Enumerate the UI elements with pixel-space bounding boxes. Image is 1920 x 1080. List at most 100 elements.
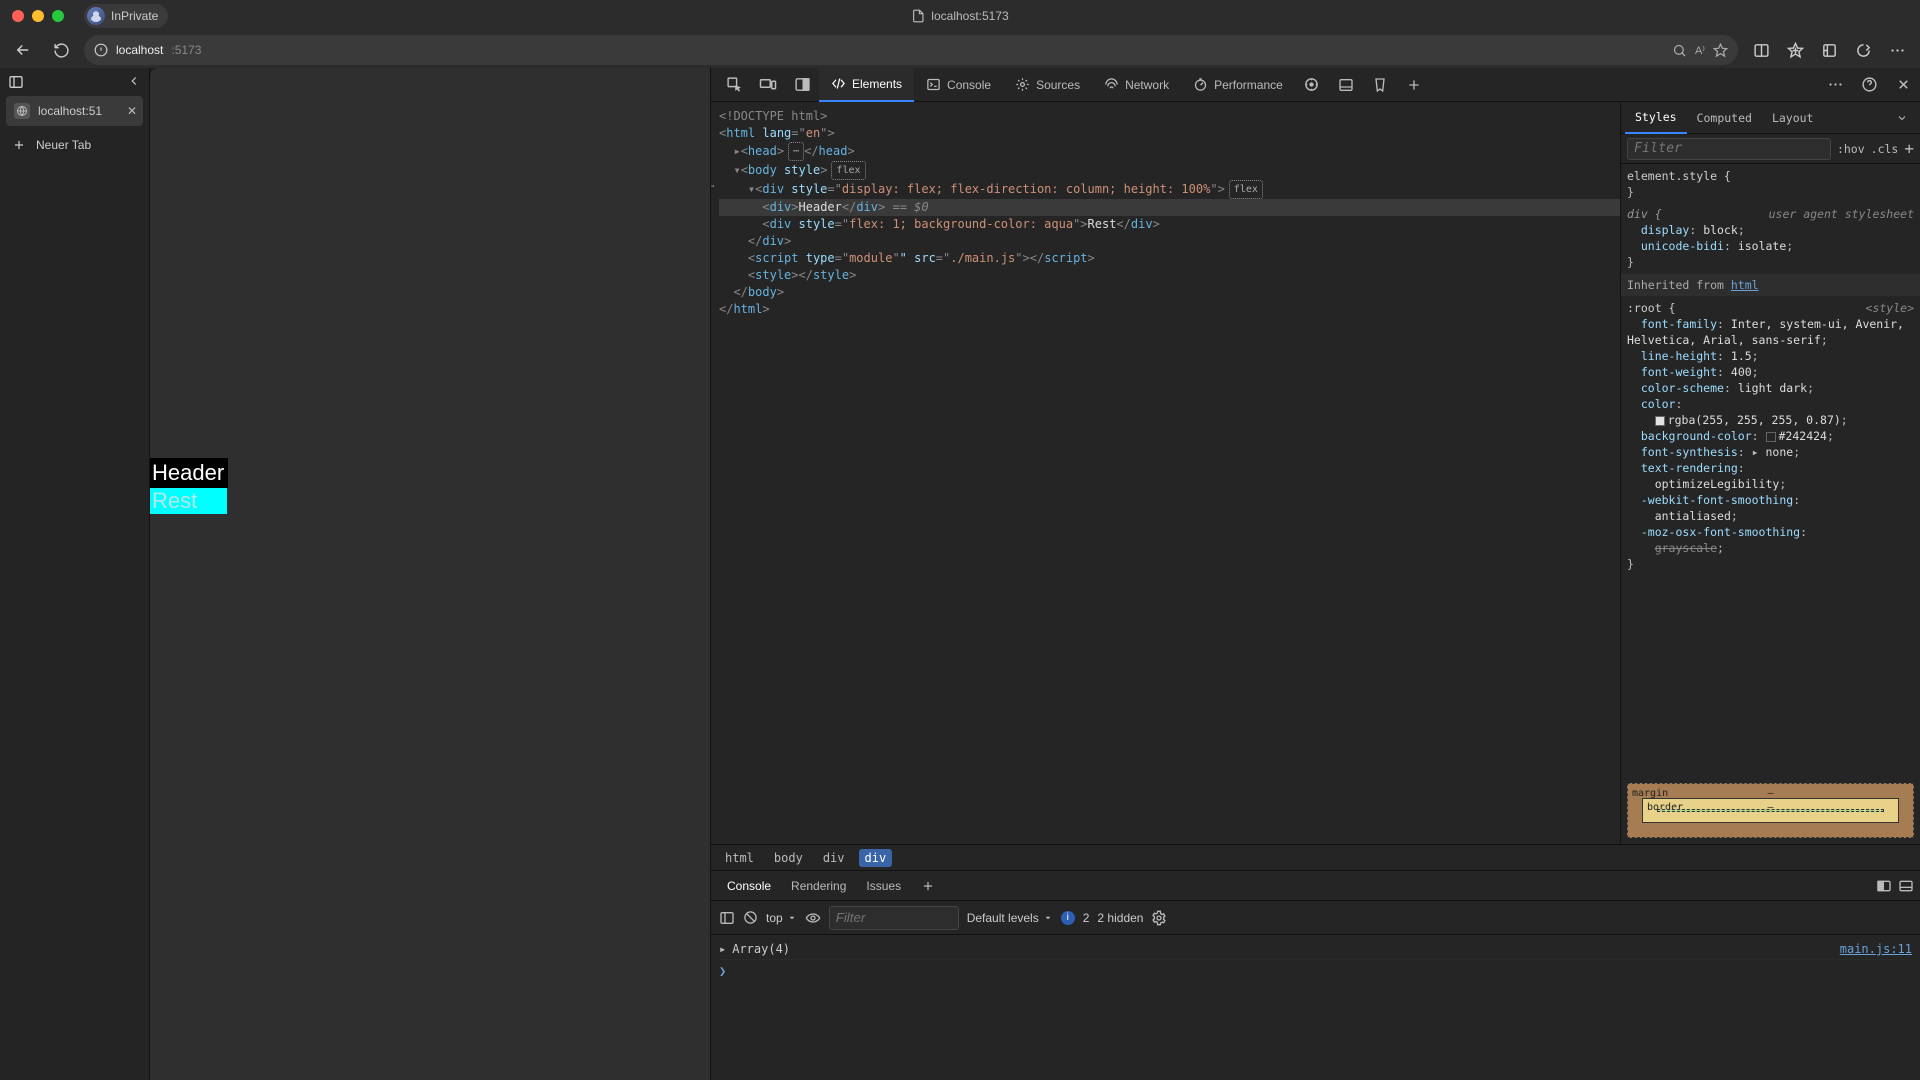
page-surface: Header Rest <box>150 68 1920 1080</box>
crumb-div1[interactable]: div <box>817 849 851 867</box>
url-bar[interactable]: localhost:5173 A⁾ <box>84 35 1738 65</box>
styles-filter-input[interactable] <box>1627 138 1831 160</box>
crumb-div2[interactable]: div <box>859 849 893 867</box>
maximize-window-button[interactable] <box>52 10 64 22</box>
dom-breadcrumb: html body div div <box>711 844 1920 870</box>
tab-title: localhost:51 <box>38 104 102 118</box>
drawer-collapse-icon[interactable] <box>1898 878 1914 894</box>
close-window-button[interactable] <box>12 10 24 22</box>
tab-performance[interactable]: Performance <box>1181 68 1295 102</box>
more-tools-icon[interactable] <box>1295 68 1329 102</box>
drawer-tabs: Console Rendering Issues <box>711 871 1920 901</box>
tab-elements[interactable]: Elements <box>819 68 914 102</box>
console-toolbar: top Default levels 2i 2 2 hidden <box>711 901 1920 935</box>
tab-close-icon[interactable]: ✕ <box>127 104 137 118</box>
expand-arrow-icon[interactable]: ▸ <box>719 942 726 956</box>
color-swatch-icon[interactable] <box>1766 432 1776 442</box>
sidebar-toggle-icon[interactable] <box>8 74 24 90</box>
new-style-rule-icon[interactable]: + <box>1904 141 1914 157</box>
sidebar-collapse-icon[interactable] <box>127 74 141 90</box>
drawer-tab-issues[interactable]: Issues <box>856 871 911 901</box>
console-prompt[interactable]: ❯ <box>719 960 1912 982</box>
hidden-count[interactable]: 2 hidden <box>1097 911 1143 925</box>
selected-dom-node[interactable]: <div>Header</div> == $0 <box>719 199 1620 216</box>
devtools-close-icon[interactable] <box>1886 68 1920 102</box>
favorites-icon[interactable] <box>1780 35 1810 65</box>
console-drawer: Console Rendering Issues top <box>711 870 1920 1080</box>
console-sidebar-toggle-icon[interactable] <box>719 910 735 926</box>
back-button[interactable] <box>8 35 38 65</box>
toggle-hov[interactable]: :hov <box>1837 141 1865 157</box>
console-clear-icon[interactable] <box>743 910 758 925</box>
toggle-cls[interactable]: .cls <box>1871 141 1899 157</box>
zoom-icon[interactable] <box>1672 43 1687 58</box>
profile-avatar-icon <box>87 7 105 25</box>
add-tab-icon[interactable] <box>1397 68 1431 102</box>
console-levels-select[interactable]: Default levels <box>967 911 1053 925</box>
crumb-html[interactable]: html <box>719 849 760 867</box>
styles-tabs: Styles Computed Layout <box>1621 102 1920 134</box>
url-path: :5173 <box>171 43 201 57</box>
box-model-diagram[interactable]: margin – border – <box>1627 783 1914 838</box>
console-log-row[interactable]: ▸ Array(4) main.js:11 <box>719 939 1912 960</box>
vertical-tabs-sidebar: localhost:51 ✕ Neuer Tab <box>0 68 150 1080</box>
tab-network[interactable]: Network <box>1092 68 1181 102</box>
elements-tree[interactable]: ⋯ <!DOCTYPE html> <html lang="en"> ▸<hea… <box>711 102 1620 844</box>
info-count: 2 <box>1083 911 1090 925</box>
console-icon <box>926 77 941 92</box>
profile-badge[interactable]: InPrivate <box>84 4 168 28</box>
styles-filter-row: :hov .cls + <box>1621 134 1920 164</box>
refresh-button[interactable] <box>46 35 76 65</box>
subtab-computed[interactable]: Computed <box>1687 102 1762 134</box>
crumb-body[interactable]: body <box>768 849 809 867</box>
devtools-help-icon[interactable] <box>1852 68 1886 102</box>
page-rest-div[interactable]: Rest <box>150 488 227 514</box>
extensions-icon[interactable] <box>1848 35 1878 65</box>
console-source-link[interactable]: main.js:11 <box>1840 942 1912 956</box>
network-icon <box>1104 77 1119 92</box>
read-aloud-icon[interactable]: A⁾ <box>1695 44 1705 57</box>
toggle-drawer-icon[interactable] <box>1329 68 1363 102</box>
device-toolbar-icon[interactable] <box>751 68 785 102</box>
issues-badge-icon[interactable] <box>1363 68 1397 102</box>
subtab-layout[interactable]: Layout <box>1762 102 1824 134</box>
drawer-tab-console[interactable]: Console <box>717 871 781 901</box>
menu-icon[interactable] <box>1882 35 1912 65</box>
subtab-styles[interactable]: Styles <box>1625 102 1687 134</box>
devtools-menu-icon[interactable] <box>1818 68 1852 102</box>
styles-panel: Styles Computed Layout :hov .cls + <box>1620 102 1920 844</box>
devtools-body: ⋯ <!DOCTYPE html> <html lang="en"> ▸<hea… <box>711 102 1920 844</box>
page-header-div[interactable]: Header <box>150 458 228 488</box>
console-live-expr-icon[interactable] <box>805 910 821 926</box>
devtools-panel: Elements Console Sources Network Perform… <box>710 68 1920 1080</box>
styles-content[interactable]: element.style { } div {user agent styles… <box>1621 164 1920 777</box>
collections-icon[interactable] <box>1814 35 1844 65</box>
gutter-actions-icon[interactable]: ⋯ <box>711 178 714 195</box>
console-filter-input[interactable] <box>829 906 959 930</box>
new-tab-button[interactable]: Neuer Tab <box>0 132 149 158</box>
console-settings-icon[interactable] <box>1151 910 1167 926</box>
performance-icon <box>1193 77 1208 92</box>
split-screen-icon[interactable] <box>1746 35 1776 65</box>
tab-localhost[interactable]: localhost:51 ✕ <box>6 96 143 126</box>
console-body[interactable]: ▸ Array(4) main.js:11 ❯ <box>711 935 1920 1080</box>
color-swatch-icon[interactable] <box>1655 416 1665 426</box>
styles-more-icon[interactable] <box>1888 112 1916 124</box>
tab-favicon-icon <box>14 103 30 119</box>
drawer-add-tab-icon[interactable] <box>911 871 945 901</box>
info-count-badge[interactable]: 2i <box>1061 911 1075 925</box>
rendered-page: Header Rest <box>150 68 710 1080</box>
tab-console[interactable]: Console <box>914 68 1003 102</box>
site-info-icon[interactable] <box>94 43 108 57</box>
inspect-element-icon[interactable] <box>717 68 751 102</box>
drawer-tab-rendering[interactable]: Rendering <box>781 871 856 901</box>
inherited-link[interactable]: html <box>1731 278 1759 292</box>
toolbar-actions <box>1746 35 1912 65</box>
traffic-lights <box>12 10 64 22</box>
console-context-select[interactable]: top <box>766 911 797 925</box>
favorite-star-icon[interactable] <box>1713 43 1728 58</box>
dock-side-icon[interactable] <box>785 68 819 102</box>
tab-sources[interactable]: Sources <box>1003 68 1092 102</box>
minimize-window-button[interactable] <box>32 10 44 22</box>
drawer-dock-icon[interactable] <box>1876 878 1892 894</box>
